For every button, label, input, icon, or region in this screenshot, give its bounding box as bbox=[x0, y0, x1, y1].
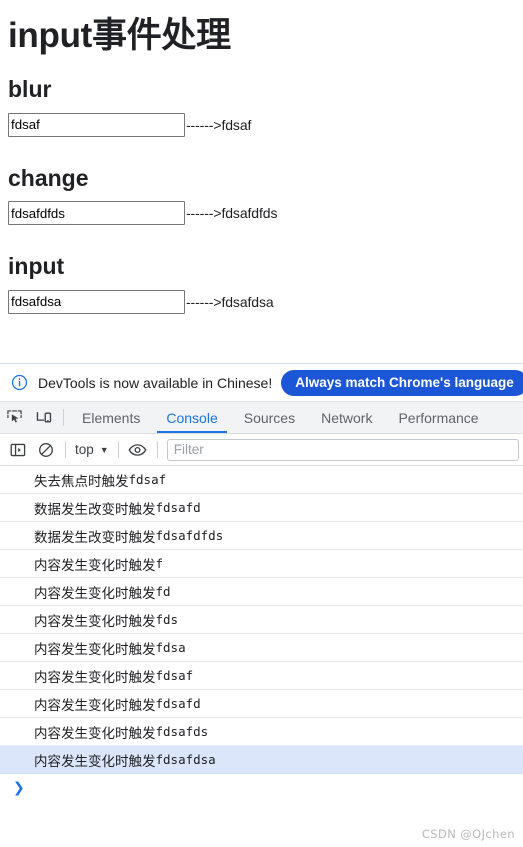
log-message-prefix: 内容发生变化时触发 bbox=[34, 753, 156, 769]
log-message-prefix: 内容发生变化时触发 bbox=[34, 697, 156, 713]
page-title: input事件处理 bbox=[8, 16, 231, 55]
device-toolbar-icon[interactable] bbox=[29, 402, 58, 433]
log-message-prefix: 内容发生变化时触发 bbox=[34, 669, 156, 685]
arrow-text: ------> bbox=[186, 116, 222, 133]
log-message-value: fdsa bbox=[155, 640, 186, 655]
input-row: ------>fdsafdsa bbox=[8, 289, 515, 314]
console-log-row[interactable]: 数据发生改变时触发 fdsafd bbox=[0, 494, 523, 522]
console-prompt-row[interactable]: ❯ bbox=[0, 774, 523, 801]
console-toolbar: top ▼ bbox=[0, 434, 523, 466]
console-log-row[interactable]: 内容发生变化时触发 fds bbox=[0, 606, 523, 634]
live-expression-eye-icon[interactable] bbox=[124, 436, 152, 464]
log-message-value: fdsafdsa bbox=[155, 752, 216, 767]
devtools-tabs: Elements Console Sources Network Performance bbox=[69, 402, 492, 433]
tab-network[interactable]: Network bbox=[308, 402, 385, 433]
log-message-value: fdsafds bbox=[155, 724, 209, 739]
console-log-row[interactable]: 内容发生变化时触发 fdsa bbox=[0, 634, 523, 662]
console-filter-input[interactable] bbox=[166, 438, 519, 461]
text-input-blur[interactable] bbox=[8, 112, 185, 137]
log-message-value: fdsaf bbox=[128, 472, 167, 487]
always-match-chrome-language-button[interactable]: Always match Chrome's language bbox=[281, 369, 523, 396]
section-heading: blur bbox=[8, 76, 52, 103]
console-sidebar-icon[interactable] bbox=[4, 436, 32, 464]
log-message-value: fdsafd bbox=[155, 500, 201, 515]
infobar-message: DevTools is now available in Chinese! bbox=[38, 374, 273, 391]
arrow-text: ------> bbox=[186, 293, 222, 310]
console-message-list[interactable]: 失去焦点时触发 fdsaf 数据发生改变时触发 fdsafd 数据发生改变时触发 fdsa… bbox=[0, 466, 523, 847]
log-message-prefix: 数据发生改变时触发 bbox=[34, 529, 156, 545]
console-log-row[interactable]: 数据发生改变时触发 fdsafdfds bbox=[0, 522, 523, 550]
log-message-prefix: 内容发生变化时触发 bbox=[34, 557, 156, 573]
console-toolbar-divider-2 bbox=[117, 441, 119, 458]
prompt-caret-icon: ❯ bbox=[13, 779, 25, 795]
devtools-tabbar: Elements Console Sources Network Performance bbox=[0, 401, 523, 434]
log-message-prefix: 内容发生变化时触发 bbox=[34, 585, 156, 601]
mirror-output: ------>fdsafdsa bbox=[186, 294, 274, 310]
info-circle-icon bbox=[10, 374, 28, 392]
section-heading: change bbox=[8, 164, 89, 191]
tabbar-divider bbox=[63, 409, 64, 426]
console-toolbar-divider-3 bbox=[156, 441, 158, 458]
input-row: ------>fdsafdfds bbox=[8, 201, 515, 226]
console-log-row[interactable]: 内容发生变化时触发 fdsafds bbox=[0, 718, 523, 746]
console-log-row[interactable]: 内容发生变化时触发 fdsaf bbox=[0, 662, 523, 690]
tab-elements[interactable]: Elements bbox=[69, 402, 153, 433]
event-sections: blur------>fdsafchange------>fdsafdfdsin… bbox=[8, 76, 515, 314]
mirror-value: fdsafdsa bbox=[221, 293, 274, 310]
mirror-output: ------>fdsaf bbox=[186, 117, 251, 133]
input-row: ------>fdsaf bbox=[8, 112, 515, 137]
execution-context-selector[interactable]: top ▼ bbox=[71, 442, 113, 457]
log-message-value: fdsafd bbox=[155, 696, 201, 711]
watermark: CSDN @OJchen bbox=[421, 827, 515, 841]
inspect-element-icon[interactable] bbox=[0, 402, 29, 433]
log-message-prefix: 失去焦点时触发 bbox=[34, 473, 129, 489]
log-message-value: fds bbox=[155, 612, 179, 627]
rendered-web-page: input事件处理 blur------>fdsafchange------>f… bbox=[0, 0, 523, 363]
log-message-prefix: 内容发生变化时触发 bbox=[34, 725, 156, 741]
console-logs: 失去焦点时触发 fdsaf 数据发生改变时触发 fdsafd 数据发生改变时触发 fdsa… bbox=[0, 466, 523, 774]
devtools-language-infobar: DevTools is now available in Chinese! Al… bbox=[0, 364, 523, 401]
console-log-row[interactable]: 内容发生变化时触发 fd bbox=[0, 578, 523, 606]
chevron-down-icon: ▼ bbox=[99, 444, 109, 455]
console-log-row[interactable]: 内容发生变化时触发 fdsafdsa bbox=[0, 746, 523, 774]
arrow-text: ------> bbox=[186, 205, 222, 222]
log-message-value: fd bbox=[155, 584, 171, 599]
text-input-input[interactable] bbox=[8, 289, 185, 314]
log-message-prefix: 内容发生变化时触发 bbox=[34, 641, 156, 657]
log-message-prefix: 内容发生变化时触发 bbox=[34, 613, 156, 629]
tab-performance[interactable]: Performance bbox=[385, 402, 491, 433]
log-message-value: fdsaf bbox=[155, 668, 194, 683]
log-message-prefix: 数据发生改变时触发 bbox=[34, 501, 156, 517]
log-message-value: f bbox=[155, 556, 164, 571]
section-heading: input bbox=[8, 253, 65, 280]
devtools-panel: DevTools is now available in Chinese! Al… bbox=[0, 363, 523, 847]
console-toolbar-divider-1 bbox=[65, 441, 66, 458]
tab-console[interactable]: Console bbox=[153, 402, 230, 433]
mirror-value: fdsafdfds bbox=[221, 205, 278, 222]
tab-sources[interactable]: Sources bbox=[231, 402, 308, 433]
console-log-row[interactable]: 失去焦点时触发 fdsaf bbox=[0, 466, 523, 494]
console-log-row[interactable]: 内容发生变化时触发 f bbox=[0, 550, 523, 578]
mirror-value: fdsaf bbox=[221, 116, 252, 133]
clear-console-icon[interactable] bbox=[32, 436, 60, 464]
mirror-output: ------>fdsafdfds bbox=[186, 205, 277, 221]
console-log-row[interactable]: 内容发生变化时触发 fdsafd bbox=[0, 690, 523, 718]
text-input-change[interactable] bbox=[8, 201, 185, 226]
execution-context-label: top bbox=[75, 442, 94, 457]
log-message-value: fdsafdfds bbox=[155, 528, 224, 543]
